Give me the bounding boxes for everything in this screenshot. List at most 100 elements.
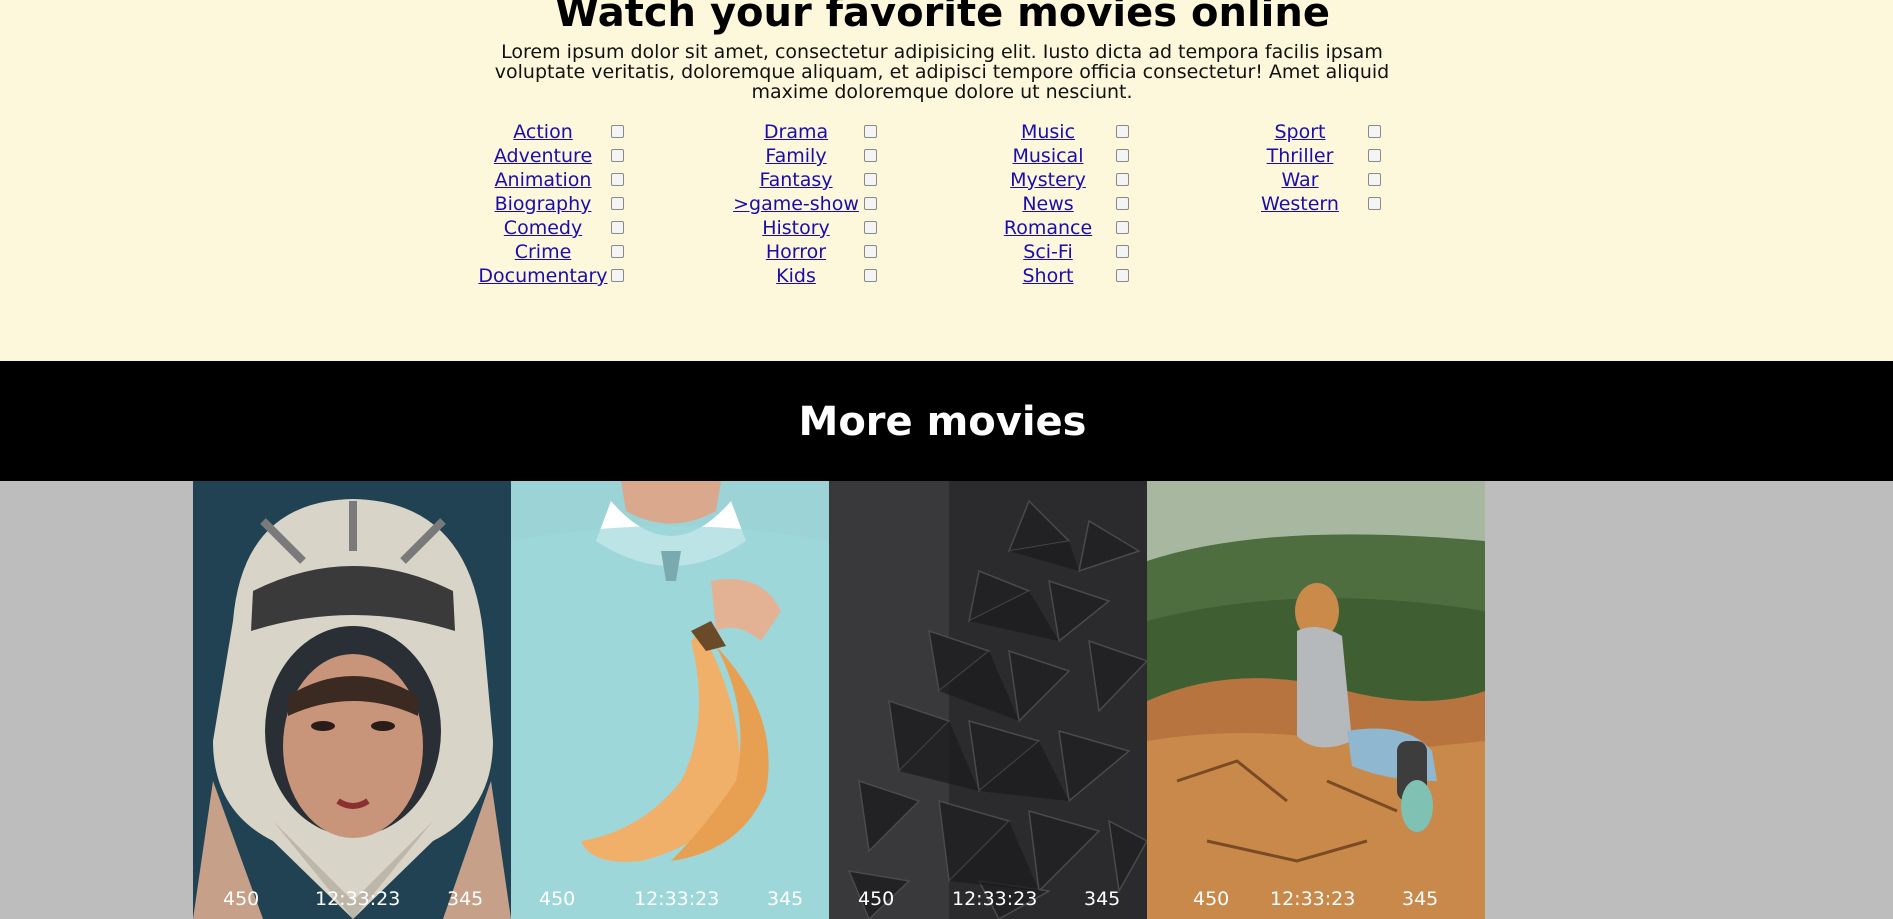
genre-link-documentary[interactable]: Documentary: [468, 264, 618, 288]
movie-stats: 450 12:33:23 345: [829, 887, 1147, 911]
genre-link-biography[interactable]: Biography: [468, 192, 618, 216]
genre-checkbox-comedy[interactable]: [611, 221, 624, 234]
genre-link-family[interactable]: Family: [721, 144, 871, 168]
movie-duration: 12:33:23: [315, 888, 401, 910]
genre-item-western: Western: [1225, 192, 1455, 216]
genre-link-comedy[interactable]: Comedy: [468, 216, 618, 240]
movie-likes-count: 345: [1084, 888, 1121, 910]
woman-on-cliff-poster: [1147, 481, 1485, 919]
genre-checkbox-horror[interactable]: [864, 245, 877, 258]
genre-link-drama[interactable]: Drama: [721, 120, 871, 144]
movie-card-4[interactable]: 450 12:33:23 345: [1147, 481, 1485, 919]
movie-likes-count: 345: [1402, 888, 1439, 910]
genre-link-crime[interactable]: Crime: [468, 240, 618, 264]
genre-link-short[interactable]: Short: [973, 264, 1123, 288]
genre-link-music[interactable]: Music: [973, 120, 1123, 144]
genre-item-family: Family: [721, 144, 951, 168]
genre-checkbox-thriller[interactable]: [1368, 149, 1381, 162]
genre-link-sport[interactable]: Sport: [1225, 120, 1375, 144]
genre-item-horror: Horror: [721, 240, 951, 264]
genre-checkbox-kids[interactable]: [864, 269, 877, 282]
genre-item-news: News: [973, 192, 1203, 216]
movie-card-3[interactable]: 450 12:33:23 345: [829, 481, 1147, 919]
genre-item-mystery: Mystery: [973, 168, 1203, 192]
genre-link-animation[interactable]: Animation: [468, 168, 618, 192]
genre-checkbox-biography[interactable]: [611, 197, 624, 210]
genre-link-mystery[interactable]: Mystery: [973, 168, 1123, 192]
genre-checkbox-romance[interactable]: [1116, 221, 1129, 234]
genre-item-action: Action: [468, 120, 698, 144]
movie-views-count: 450: [858, 888, 895, 910]
genre-item-game-show: >game-show: [721, 192, 951, 216]
genre-link-history[interactable]: History: [721, 216, 871, 240]
movie-card-2[interactable]: 450 12:33:23 345: [511, 481, 829, 919]
genre-checkbox-fantasy[interactable]: [864, 173, 877, 186]
genre-item-adventure: Adventure: [468, 144, 698, 168]
genre-checkbox-action[interactable]: [611, 125, 624, 138]
genre-checkbox-adventure[interactable]: [611, 149, 624, 162]
genre-item-sci-fi: Sci-Fi: [973, 240, 1203, 264]
genre-item-war: War: [1225, 168, 1455, 192]
genre-link-game-show[interactable]: >game-show: [721, 192, 871, 216]
page-title: Watch your favorite movies online: [555, 0, 1330, 36]
genre-item-romance: Romance: [973, 216, 1203, 240]
genre-column-1: Action Adventure Animation Biography Com…: [468, 120, 698, 288]
genre-link-news[interactable]: News: [973, 192, 1123, 216]
genre-item-crime: Crime: [468, 240, 698, 264]
genre-link-fantasy[interactable]: Fantasy: [721, 168, 871, 192]
movie-card-1[interactable]: 450 12:33:23 345: [193, 481, 511, 919]
genre-checkbox-sci-fi[interactable]: [1116, 245, 1129, 258]
genre-checkbox-western[interactable]: [1368, 197, 1381, 210]
genre-column-3: Music Musical Mystery News Romance Sci-F…: [973, 120, 1203, 288]
genre-checkbox-music[interactable]: [1116, 125, 1129, 138]
genre-item-fantasy: Fantasy: [721, 168, 951, 192]
genre-checkbox-game-show[interactable]: [864, 197, 877, 210]
movie-likes-count: 345: [767, 888, 804, 910]
genre-checkbox-news[interactable]: [1116, 197, 1129, 210]
genre-link-action[interactable]: Action: [468, 120, 618, 144]
genre-checkbox-musical[interactable]: [1116, 149, 1129, 162]
genre-checkbox-animation[interactable]: [611, 173, 624, 186]
genre-checkbox-war[interactable]: [1368, 173, 1381, 186]
genre-checkbox-family[interactable]: [864, 149, 877, 162]
genre-checkbox-documentary[interactable]: [611, 269, 624, 282]
genre-link-sci-fi[interactable]: Sci-Fi: [973, 240, 1123, 264]
more-movies-banner: More movies: [0, 361, 1893, 481]
genre-item-sport: Sport: [1225, 120, 1455, 144]
movie-stats: 450 12:33:23 345: [1147, 887, 1485, 911]
genre-item-documentary: Documentary: [468, 264, 698, 288]
movie-views-count: 450: [539, 888, 576, 910]
movie-stats: 450 12:33:23 345: [193, 887, 511, 911]
genre-link-romance[interactable]: Romance: [973, 216, 1123, 240]
hero-section: Watch your favorite movies online Lorem …: [0, 0, 1893, 361]
movie-duration: 12:33:23: [952, 888, 1038, 910]
genre-link-horror[interactable]: Horror: [721, 240, 871, 264]
genre-item-music: Music: [973, 120, 1203, 144]
genre-checkbox-sport[interactable]: [1368, 125, 1381, 138]
genre-link-thriller[interactable]: Thriller: [1225, 144, 1375, 168]
man-bananas-poster: [511, 481, 829, 919]
genre-link-war[interactable]: War: [1225, 168, 1375, 192]
genre-column-4: Sport Thriller War Western: [1225, 120, 1455, 216]
genre-link-adventure[interactable]: Adventure: [468, 144, 618, 168]
genre-link-musical[interactable]: Musical: [973, 144, 1123, 168]
genre-link-kids[interactable]: Kids: [721, 264, 871, 288]
genre-item-short: Short: [973, 264, 1203, 288]
genre-item-biography: Biography: [468, 192, 698, 216]
movie-views-count: 450: [1193, 888, 1230, 910]
genre-checkbox-short[interactable]: [1116, 269, 1129, 282]
genre-item-musical: Musical: [973, 144, 1203, 168]
genre-checkbox-crime[interactable]: [611, 245, 624, 258]
genre-checkbox-drama[interactable]: [864, 125, 877, 138]
genre-link-western[interactable]: Western: [1225, 192, 1375, 216]
genre-checkbox-mystery[interactable]: [1116, 173, 1129, 186]
genre-checkbox-history[interactable]: [864, 221, 877, 234]
genre-item-comedy: Comedy: [468, 216, 698, 240]
movie-views-count: 450: [223, 888, 260, 910]
genre-item-history: History: [721, 216, 951, 240]
movie-duration: 12:33:23: [634, 888, 720, 910]
movie-likes-count: 345: [447, 888, 484, 910]
genre-item-animation: Animation: [468, 168, 698, 192]
movie-grid: 450 12:33:23 345 450 12:33:23 345 450 12…: [0, 481, 1893, 919]
genre-item-kids: Kids: [721, 264, 951, 288]
